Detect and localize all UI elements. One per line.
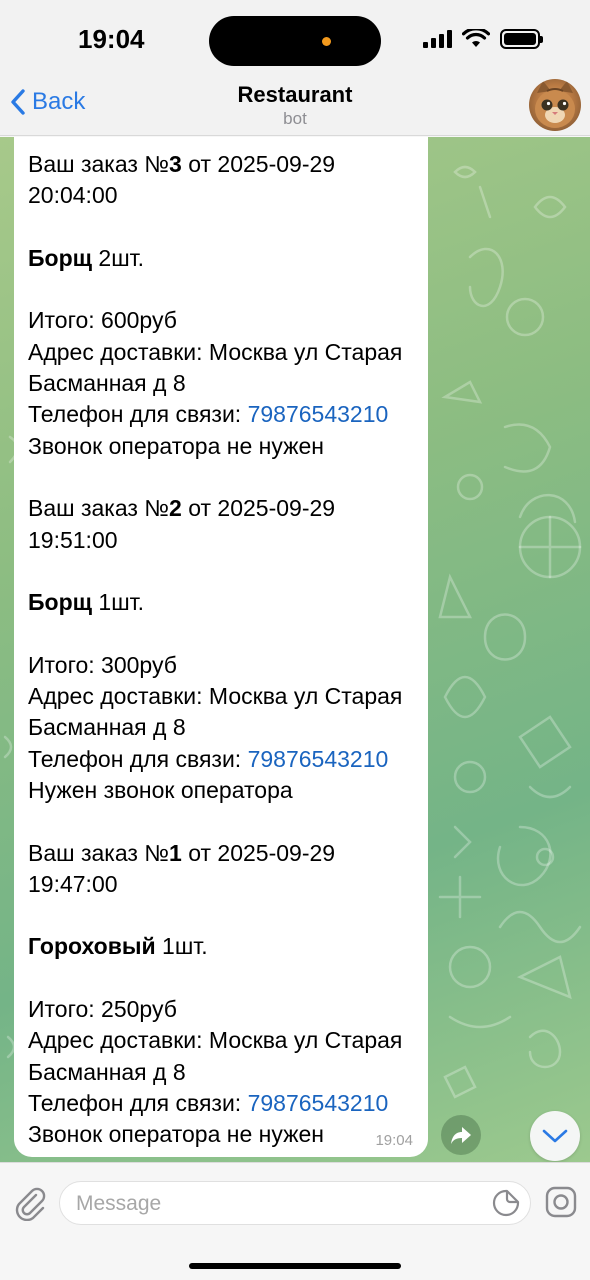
instagram-camera-icon xyxy=(545,1186,577,1218)
order-total: Итого: 300руб xyxy=(28,651,177,678)
order-total: Итого: 250руб xyxy=(28,996,177,1023)
dish-name: Борщ xyxy=(28,589,93,616)
phone-link[interactable]: 79876543210 xyxy=(248,401,389,427)
camera-button[interactable] xyxy=(544,1185,578,1219)
forward-arrow-icon xyxy=(451,1127,471,1144)
sticker-button[interactable] xyxy=(492,1189,520,1217)
home-indicator xyxy=(189,1263,401,1269)
sticker-icon xyxy=(492,1189,520,1217)
order-time: 20:04:00 xyxy=(28,182,118,209)
order-total: Итого: 600руб xyxy=(28,307,177,334)
operator-note: Звонок оператора не нужен xyxy=(28,432,324,459)
chat-header: Back Restaurant bot xyxy=(0,72,590,136)
operator-note: Звонок оператора не нужен xyxy=(28,1121,324,1148)
chevron-down-icon xyxy=(542,1129,568,1143)
order-header: Ваш заказ №3 от 2025-09-29 xyxy=(28,151,336,177)
status-bar: 19:04 xyxy=(0,0,590,72)
scroll-down-button[interactable] xyxy=(530,1111,580,1161)
order-history-message[interactable]: Ваш заказ №3 от 2025-09-29 20:04:00 Борщ… xyxy=(14,137,428,1157)
dish-name: Гороховый xyxy=(28,933,156,960)
recording-indicator xyxy=(322,37,331,46)
order-time: 19:51:00 xyxy=(28,526,118,553)
message-text: Ваш заказ №3 от 2025-09-29 20:04:00 Борщ… xyxy=(28,149,423,1151)
order-item: Борщ 1шт. xyxy=(28,589,145,616)
order-item: Борщ 2шт. xyxy=(28,244,145,271)
delivery-address-cont: Басманная д 8 xyxy=(28,714,186,741)
order-item: Гороховый 1шт. xyxy=(28,933,208,960)
message-placeholder: Message xyxy=(76,1192,162,1215)
avatar[interactable] xyxy=(529,79,581,131)
order-number: 1 xyxy=(169,839,182,866)
order-time: 19:47:00 xyxy=(28,870,118,897)
contact-phone-line: Телефон для связи: 79876543210 xyxy=(28,745,389,772)
dish-name: Борщ xyxy=(28,244,93,271)
status-time: 19:04 xyxy=(78,24,145,54)
message-timestamp: 19:04 xyxy=(375,1132,413,1149)
order-header: Ваш заказ №1 от 2025-09-29 xyxy=(28,839,336,866)
chat-title[interactable]: Restaurant xyxy=(0,82,590,108)
forward-button[interactable] xyxy=(441,1115,481,1155)
order-number: 3 xyxy=(169,151,182,177)
chat-subtitle: bot xyxy=(283,109,307,128)
delivery-address: Адрес доставки: Москва ул Старая xyxy=(28,338,403,365)
attach-button[interactable] xyxy=(12,1185,48,1222)
message-input[interactable]: Message xyxy=(59,1181,531,1225)
phone-link[interactable]: 79876543210 xyxy=(248,746,389,772)
dynamic-island xyxy=(209,16,381,66)
delivery-address-cont: Басманная д 8 xyxy=(28,1058,186,1085)
paperclip-icon xyxy=(15,1187,46,1222)
cellular-signal-icon xyxy=(423,30,452,48)
delivery-address: Адрес доставки: Москва ул Старая xyxy=(28,683,403,710)
operator-note: Нужен звонок оператора xyxy=(28,776,293,803)
cat-avatar-icon xyxy=(535,81,575,128)
delivery-address: Адрес доставки: Москва ул Старая xyxy=(28,1027,403,1054)
wifi-icon xyxy=(462,29,490,47)
delivery-address-cont: Басманная д 8 xyxy=(28,370,186,397)
order-header: Ваш заказ №2 от 2025-09-29 xyxy=(28,495,336,522)
battery-icon xyxy=(500,29,543,49)
order-number: 2 xyxy=(169,495,182,522)
contact-phone-line: Телефон для связи: 79876543210 xyxy=(28,1089,389,1116)
contact-phone-line: Телефон для связи: 79876543210 xyxy=(28,401,389,428)
phone-link[interactable]: 79876543210 xyxy=(248,1090,389,1116)
status-icons xyxy=(423,28,543,50)
chat-area[interactable]: Ваш заказ №3 от 2025-09-29 20:04:00 Борщ… xyxy=(0,137,590,1162)
